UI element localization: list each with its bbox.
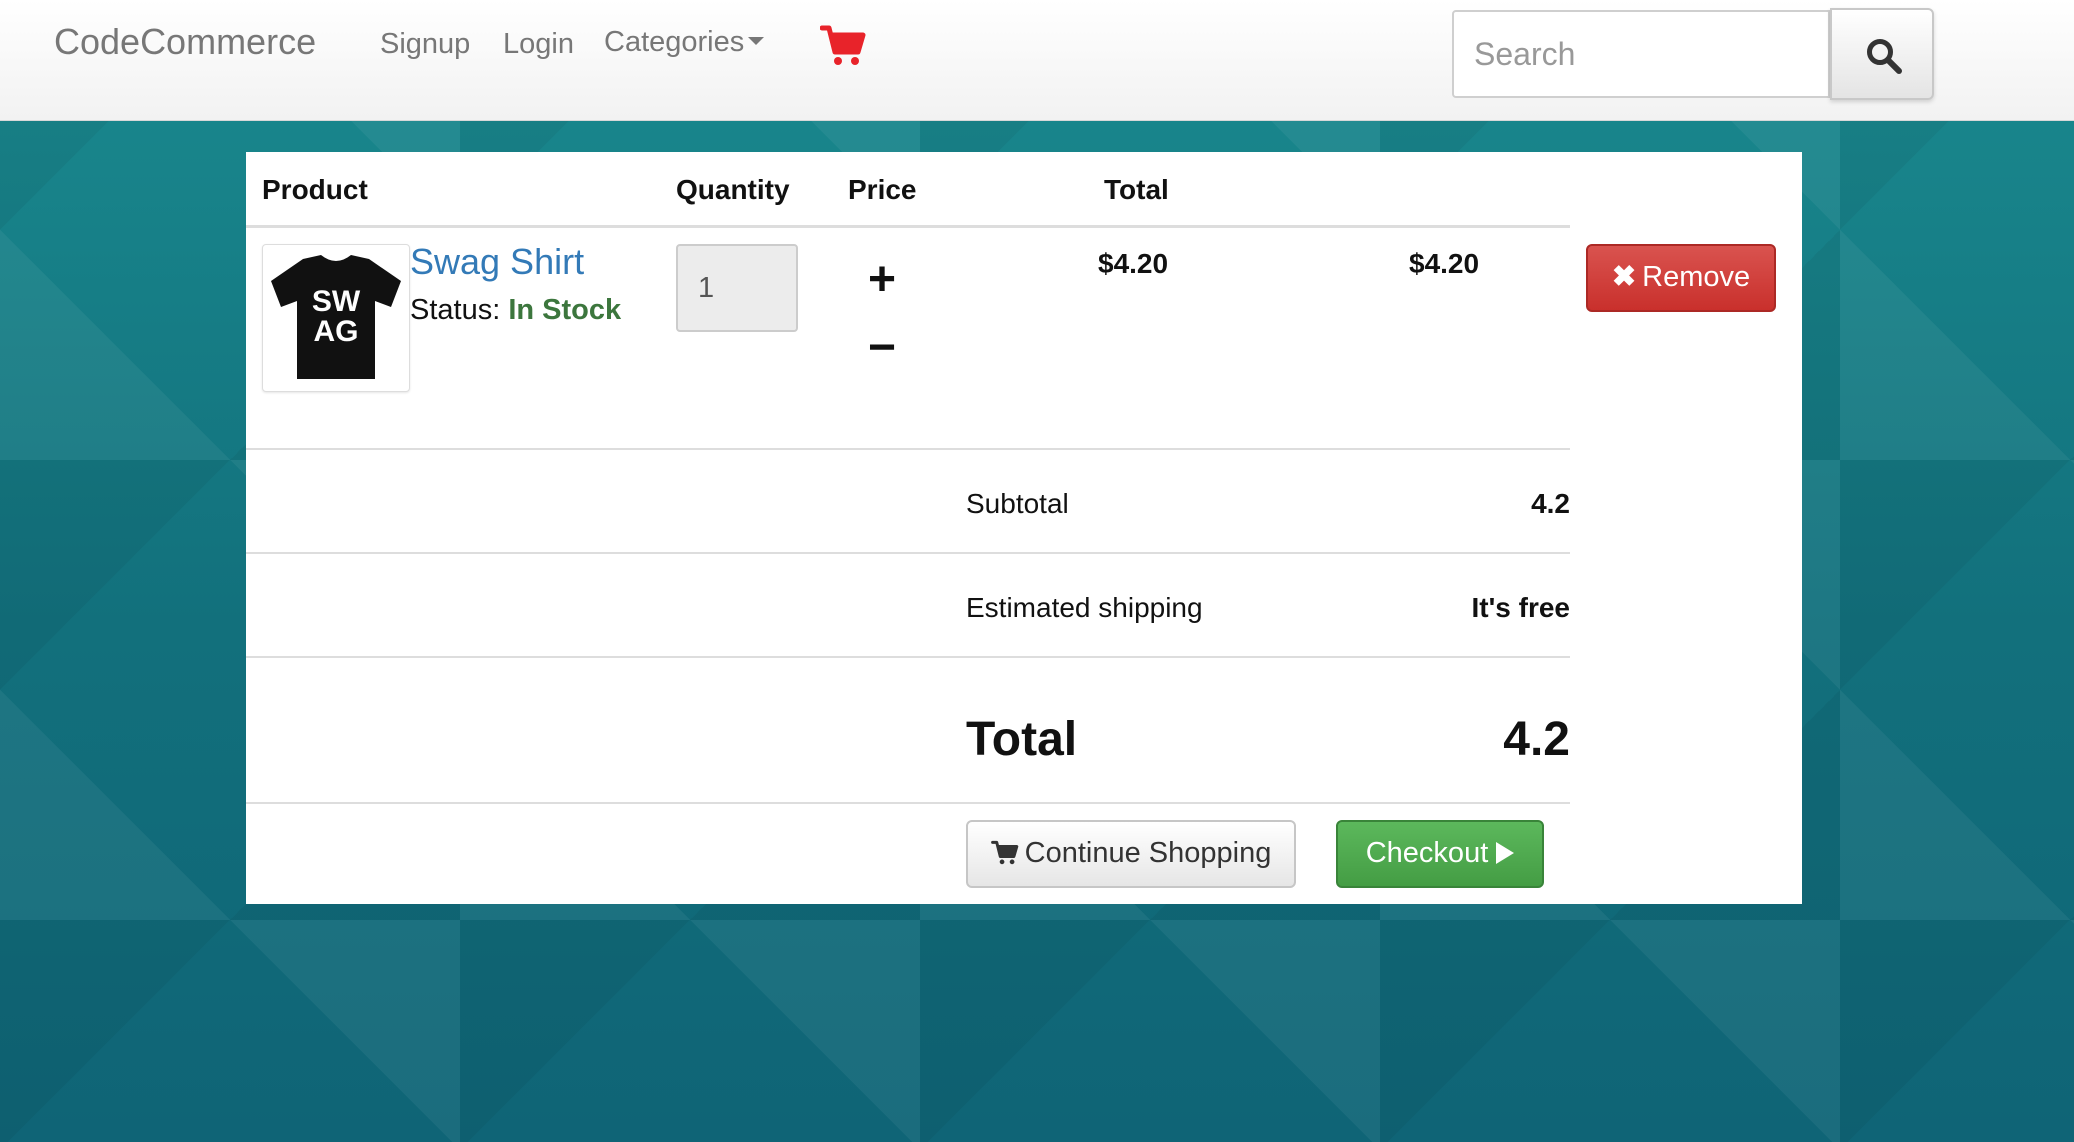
- nav-login-link[interactable]: Login: [503, 24, 574, 64]
- product-name-link[interactable]: Swag Shirt: [410, 240, 584, 284]
- remove-button[interactable]: ✖ Remove: [1586, 244, 1776, 312]
- search-input[interactable]: [1452, 10, 1830, 98]
- item-line-total: $4.20: [1409, 248, 1480, 279]
- header-price: Price: [848, 174, 917, 205]
- status-label: Status:: [410, 294, 501, 326]
- brand-link[interactable]: CodeCommerce: [54, 20, 316, 64]
- checkout-button[interactable]: Checkout: [1336, 820, 1544, 888]
- shipping-value: It's free: [1471, 592, 1570, 623]
- cart-panel: Product Quantity Price Total SW AG Swag …: [246, 152, 1802, 904]
- product-status: Status: In Stock: [410, 292, 621, 328]
- caret-down-icon: [748, 37, 765, 46]
- nav-categories-dropdown[interactable]: Categories: [604, 22, 765, 62]
- quantity-input[interactable]: 1: [676, 244, 798, 332]
- shopping-cart-icon[interactable]: [820, 24, 866, 68]
- remove-label: Remove: [1642, 261, 1751, 293]
- continue-shopping-label: Continue Shopping: [1024, 837, 1272, 869]
- total-value: 4.2: [1503, 713, 1570, 766]
- tshirt-image: SW AG: [271, 255, 401, 379]
- nav-signup-link[interactable]: Signup: [380, 24, 470, 64]
- image-text-bottom: AG: [314, 315, 359, 348]
- nav-categories-label: Categories: [604, 26, 745, 58]
- header-product: Product: [262, 174, 368, 205]
- header-quantity: Quantity: [676, 174, 790, 205]
- search-button[interactable]: [1830, 8, 1934, 100]
- header-total: Total: [1104, 174, 1169, 205]
- header-divider: [246, 225, 1570, 228]
- product-thumbnail[interactable]: SW AG: [262, 244, 410, 392]
- shopping-cart-icon: [990, 840, 1018, 865]
- shipping-label: Estimated shipping: [966, 592, 1203, 623]
- item-divider: [246, 448, 1570, 450]
- image-text-top: SW: [312, 285, 361, 318]
- total-divider: [246, 802, 1570, 804]
- subtotal-divider: [246, 552, 1570, 554]
- play-icon: [1496, 842, 1515, 864]
- increment-button[interactable]: +: [862, 256, 902, 304]
- continue-shopping-button[interactable]: Continue Shopping: [966, 820, 1296, 888]
- subtotal-value: 4.2: [1531, 488, 1570, 519]
- navbar: CodeCommerce Signup Login Categories: [0, 0, 2074, 121]
- shipping-divider: [246, 656, 1570, 658]
- search-icon: [1867, 39, 1902, 74]
- item-price: $4.20: [1098, 248, 1169, 279]
- decrement-button[interactable]: −: [862, 324, 902, 372]
- close-icon: ✖: [1611, 261, 1637, 293]
- status-value: In Stock: [508, 294, 622, 326]
- subtotal-label: Subtotal: [966, 488, 1069, 519]
- checkout-label: Checkout: [1365, 837, 1489, 869]
- total-label: Total: [966, 713, 1078, 766]
